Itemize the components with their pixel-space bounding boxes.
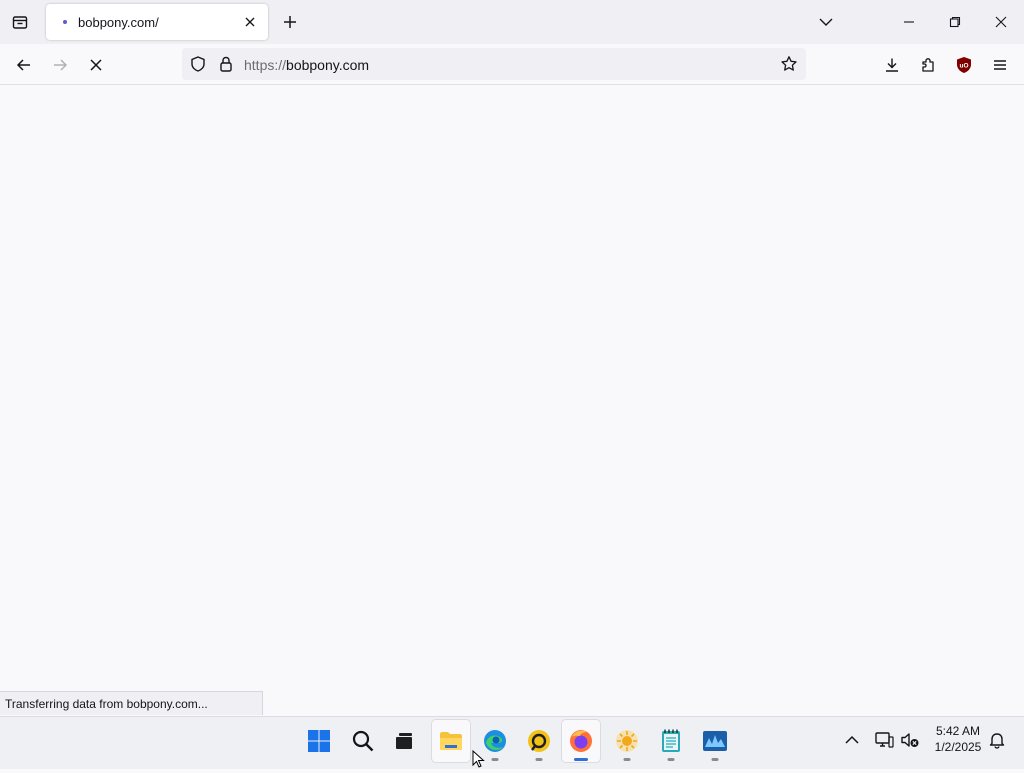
chevron-up-icon — [845, 735, 859, 744]
puzzle-icon — [922, 58, 934, 72]
volume-muted-icon — [901, 733, 919, 747]
arrow-left-icon — [16, 59, 30, 71]
running-indicator — [711, 758, 719, 761]
star-icon — [781, 56, 797, 71]
bookmark-button[interactable] — [780, 55, 800, 73]
restore-icon — [949, 16, 961, 28]
windows-logo-icon — [308, 730, 330, 752]
stop-icon — [90, 59, 102, 71]
firefox-view-button[interactable] — [6, 10, 34, 34]
tracking-protection-icon[interactable] — [189, 55, 207, 73]
taskbar-app-yellow[interactable] — [520, 720, 558, 762]
ublock-shield-icon: uO — [957, 57, 971, 73]
extensions-button[interactable] — [914, 52, 942, 78]
tab-close-button[interactable] — [238, 10, 262, 34]
plus-icon — [284, 16, 296, 28]
app-menu-button[interactable] — [986, 52, 1014, 78]
firefox-view-icon — [12, 16, 28, 29]
arrow-right-icon — [54, 59, 68, 71]
minimize-icon — [904, 21, 914, 23]
page-content — [0, 85, 1024, 715]
list-all-tabs-button[interactable] — [814, 10, 838, 34]
downloads-button[interactable] — [878, 52, 906, 78]
firefox-icon — [570, 730, 592, 752]
ublock-origin-button[interactable]: uO — [950, 52, 978, 78]
url-host: bobpony.com — [286, 57, 370, 73]
close-window-button[interactable] — [987, 8, 1015, 36]
forward-button[interactable] — [46, 52, 74, 78]
back-button[interactable] — [10, 52, 38, 78]
close-icon — [245, 17, 255, 27]
start-button[interactable] — [300, 720, 338, 762]
show-hidden-icons-button[interactable] — [840, 728, 864, 752]
browser-tab[interactable]: bobpony.com/ — [46, 4, 268, 40]
download-icon — [886, 58, 898, 72]
status-panel: Transferring data from bobpony.com... — [0, 691, 263, 715]
folder-icon — [440, 732, 462, 750]
clock[interactable]: 5:42 AM 1/2/2025 — [928, 723, 988, 755]
taskbar-app-sun[interactable] — [608, 720, 646, 762]
close-icon — [995, 16, 1007, 28]
yellow-app-icon — [528, 730, 550, 752]
task-view-icon — [396, 733, 412, 749]
tab-title: bobpony.com/ — [78, 14, 159, 30]
clock-date: 1/2/2025 — [934, 740, 982, 754]
mouse-cursor-icon — [472, 749, 486, 768]
site-security-icon[interactable] — [218, 55, 234, 73]
svg-text:uO: uO — [959, 63, 968, 70]
taskbar-app-notepad[interactable] — [652, 720, 690, 762]
sun-icon — [616, 730, 638, 752]
taskbar-app-file-explorer[interactable] — [432, 720, 470, 762]
taskbar-app-firefox[interactable] — [562, 720, 600, 762]
running-indicator — [623, 758, 631, 761]
hamburger-icon — [994, 60, 1006, 70]
shield-icon — [191, 56, 205, 72]
url-text[interactable]: https://bobpony.com — [244, 57, 369, 73]
task-manager-icon — [703, 731, 727, 751]
search-icon — [352, 730, 374, 752]
notepad-icon — [662, 729, 680, 752]
stop-button[interactable] — [82, 52, 110, 78]
active-indicator — [574, 758, 588, 761]
task-view-button[interactable] — [385, 720, 423, 762]
tab-loading-icon — [63, 20, 67, 24]
url-scheme: https:// — [244, 57, 287, 73]
network-button[interactable] — [872, 728, 896, 752]
lock-icon — [220, 56, 232, 72]
running-indicator — [491, 758, 499, 761]
network-icon — [875, 732, 894, 748]
minimize-button[interactable] — [895, 8, 923, 36]
search-button[interactable] — [344, 720, 382, 762]
running-indicator — [535, 758, 543, 761]
taskbar-app-task-manager[interactable] — [696, 720, 734, 762]
restore-button[interactable] — [941, 8, 969, 36]
running-indicator — [667, 758, 675, 761]
new-tab-button[interactable] — [278, 10, 302, 34]
bell-icon — [989, 733, 1005, 749]
chevron-down-icon — [819, 18, 833, 26]
volume-button[interactable] — [898, 728, 922, 752]
clock-time: 5:42 AM — [935, 724, 981, 738]
notifications-button[interactable] — [985, 728, 1009, 752]
